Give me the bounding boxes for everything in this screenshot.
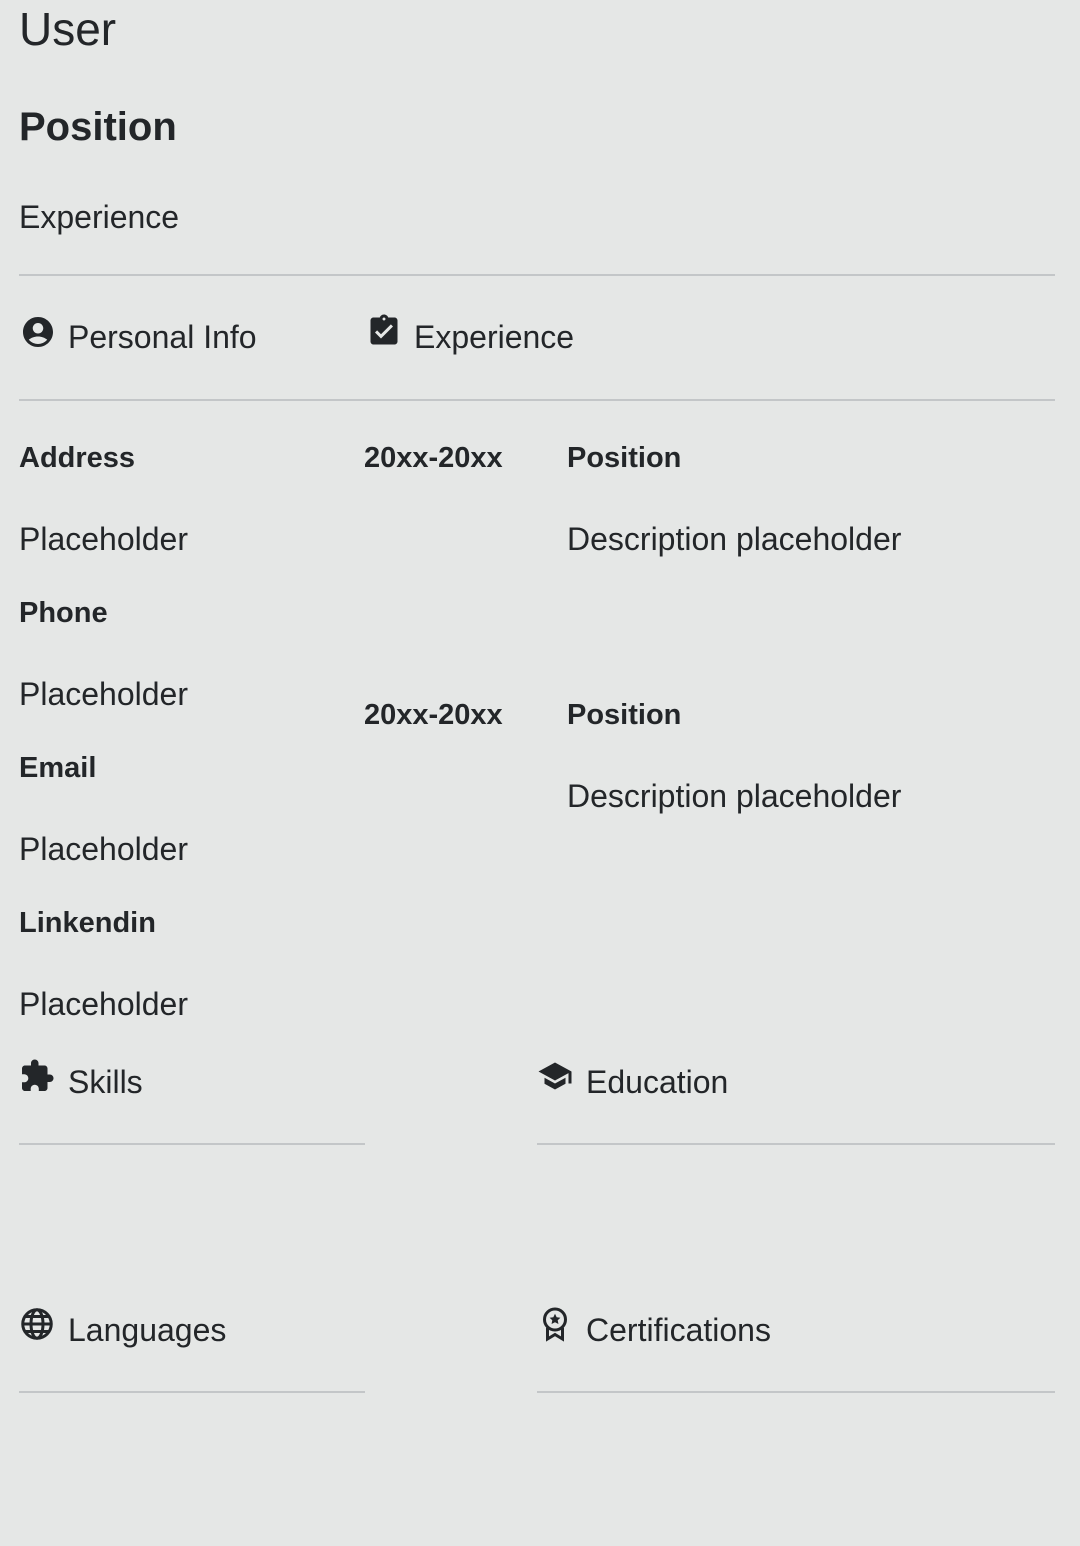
experience-period: 20xx-20xx: [364, 442, 503, 474]
skills-divider: [19, 1143, 365, 1145]
user-experience: Experience: [19, 199, 180, 235]
field-label-email: Email: [19, 752, 97, 784]
globe-icon: [19, 1306, 55, 1342]
section-divider: [19, 399, 1055, 401]
header-divider: [19, 274, 1055, 276]
puzzle-piece-icon: [19, 1058, 55, 1094]
section-title-experience: Experience: [414, 319, 575, 355]
experience-position: Position: [567, 699, 682, 731]
account-circle-icon: [20, 314, 56, 350]
languages-divider: [19, 1391, 365, 1393]
graduation-cap-icon: [537, 1058, 573, 1094]
section-title-languages: Languages: [68, 1312, 227, 1348]
field-label-address: Address: [19, 442, 136, 474]
field-value-email: Placeholder: [19, 831, 188, 867]
education-divider: [537, 1143, 1055, 1145]
field-value-address: Placeholder: [19, 521, 188, 557]
field-label-phone: Phone: [19, 597, 108, 629]
field-label-linkedin: Linkendin: [19, 907, 156, 939]
assignment-turned-in-icon: [366, 313, 402, 349]
field-value-phone: Placeholder: [19, 676, 188, 712]
field-value-linkedin: Placeholder: [19, 986, 188, 1022]
award-ribbon-icon: [537, 1306, 573, 1342]
section-title-personal-info: Personal Info: [68, 319, 257, 355]
experience-period: 20xx-20xx: [364, 699, 503, 731]
experience-position: Position: [567, 442, 682, 474]
section-title-certifications: Certifications: [586, 1312, 771, 1348]
section-title-skills: Skills: [68, 1064, 143, 1100]
experience-description: Description placeholder: [567, 521, 902, 557]
experience-description: Description placeholder: [567, 778, 902, 814]
user-name: User: [19, 3, 117, 55]
certifications-divider: [537, 1391, 1055, 1393]
section-title-education: Education: [586, 1064, 729, 1100]
user-position: Position: [19, 105, 177, 149]
